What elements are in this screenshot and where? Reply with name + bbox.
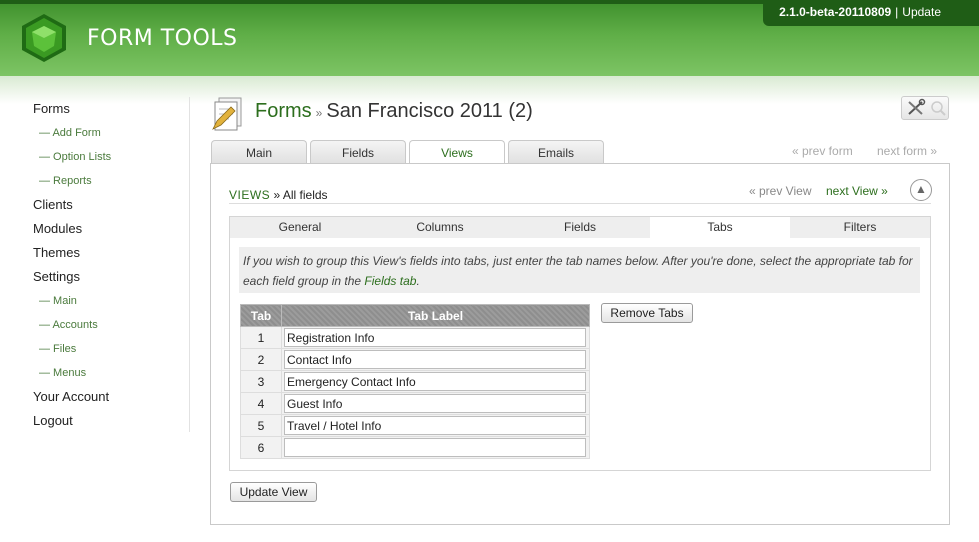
nav-themes[interactable]: Themes <box>33 244 190 268</box>
tab-emails[interactable]: Emails <box>508 140 604 164</box>
nav-files[interactable]: — Files <box>33 340 190 364</box>
tab-label-cell <box>281 414 590 437</box>
forms-page-icon <box>212 97 242 131</box>
nav-divider <box>189 97 190 432</box>
nav-add-form[interactable]: — Add Form <box>33 124 190 148</box>
page-title-form-name: San Francisco 2011 (2) <box>326 100 533 122</box>
table-header-row: Tab Tab Label <box>240 304 590 327</box>
tab-fields[interactable]: Fields <box>310 140 406 164</box>
prev-view-link[interactable]: « prev View <box>749 184 811 198</box>
tab-number: 1 <box>240 326 282 349</box>
breadcrumb-view-name: All fields <box>282 188 328 202</box>
tab-label-input-4[interactable] <box>284 394 586 413</box>
search-icon <box>931 101 946 116</box>
tab-label-cell <box>281 326 590 349</box>
tabs-table: Tab Tab Label 1 2 3 4 5 6 <box>240 304 590 459</box>
nav-settings[interactable]: Settings <box>33 268 190 292</box>
info-message: If you wish to group this View's fields … <box>239 247 920 293</box>
tab-label-cell <box>281 348 590 371</box>
tab-label-input-1[interactable] <box>284 328 586 347</box>
table-row: 2 <box>240 348 590 371</box>
nav-your-account[interactable]: Your Account <box>33 388 190 412</box>
tab-number: 3 <box>240 370 282 393</box>
nav-option-lists[interactable]: — Option Lists <box>33 148 190 172</box>
nav-logout[interactable]: Logout <box>33 412 190 436</box>
up-arrow-icon[interactable]: ▲ <box>910 179 932 201</box>
update-link[interactable]: Update <box>902 5 941 19</box>
update-view-button[interactable]: Update View <box>230 482 317 502</box>
view-sub-tabs: General Columns Fields Tabs Filters <box>230 217 930 238</box>
table-row: 4 <box>240 392 590 415</box>
nav-settings-main[interactable]: — Main <box>33 292 190 316</box>
version-bar: 2.1.0-beta-20110809 | Update <box>763 0 979 26</box>
tab-label-cell <box>281 436 590 459</box>
subtab-filters[interactable]: Filters <box>790 217 930 238</box>
header-bar: FORM TOOLS 2.1.0-beta-20110809 | Update <box>0 0 979 76</box>
tab-label-cell <box>281 392 590 415</box>
tab-views[interactable]: Views <box>409 140 505 165</box>
nav-clients[interactable]: Clients <box>33 196 190 220</box>
logo-text: FORM TOOLS <box>87 26 238 51</box>
table-row: 1 <box>240 326 590 349</box>
tab-label-input-3[interactable] <box>284 372 586 391</box>
nav-menus[interactable]: — Menus <box>33 364 190 388</box>
tab-label-cell <box>281 370 590 393</box>
tab-number: 2 <box>240 348 282 371</box>
tab-number: 5 <box>240 414 282 437</box>
next-form-link[interactable]: next form » <box>877 144 937 158</box>
page-title-section[interactable]: Forms <box>255 100 312 122</box>
page-title: Forms» San Francisco 2011 (2) <box>255 100 533 123</box>
col-header-tab: Tab <box>240 304 282 327</box>
nav-forms[interactable]: Forms <box>33 100 190 124</box>
table-row: 6 <box>240 436 590 459</box>
tab-number: 4 <box>240 392 282 415</box>
subtab-tabs[interactable]: Tabs <box>650 217 790 238</box>
nav-accounts[interactable]: — Accounts <box>33 316 190 340</box>
subtab-general[interactable]: General <box>230 217 370 238</box>
tab-label-input-6[interactable] <box>284 438 586 457</box>
table-row: 3 <box>240 370 590 393</box>
tab-main[interactable]: Main <box>211 140 307 164</box>
prev-form-link[interactable]: « prev form <box>792 144 853 158</box>
info-text-end: . <box>416 274 420 288</box>
col-header-tab-label: Tab Label <box>281 304 590 327</box>
subtab-fields[interactable]: Fields <box>510 217 650 238</box>
tab-number: 6 <box>240 436 282 459</box>
form-tools-logo-icon <box>22 14 66 62</box>
tab-label-input-5[interactable] <box>284 416 586 435</box>
version-separator: | <box>895 5 899 19</box>
next-view-link[interactable]: next View » <box>826 184 888 198</box>
nav-modules[interactable]: Modules <box>33 220 190 244</box>
subtab-columns[interactable]: Columns <box>370 217 510 238</box>
title-separator: » <box>315 106 323 120</box>
fields-tab-link[interactable]: Fields tab <box>364 274 416 288</box>
breadcrumb-separator: » <box>273 188 281 202</box>
view-breadcrumb: VIEWS » All fields <box>229 188 328 202</box>
table-row: 5 <box>240 414 590 437</box>
tools-button[interactable] <box>901 96 949 120</box>
breadcrumb-divider <box>229 203 931 204</box>
tools-icon <box>908 98 926 115</box>
remove-tabs-button[interactable]: Remove Tabs <box>601 303 693 323</box>
tab-label-input-2[interactable] <box>284 350 586 369</box>
left-nav: Forms — Add Form — Option Lists — Report… <box>33 100 190 436</box>
info-text: If you wish to group this View's fields … <box>243 254 913 288</box>
nav-reports[interactable]: — Reports <box>33 172 190 196</box>
breadcrumb-views[interactable]: VIEWS <box>229 188 270 202</box>
version-label: 2.1.0-beta-20110809 <box>779 5 892 19</box>
